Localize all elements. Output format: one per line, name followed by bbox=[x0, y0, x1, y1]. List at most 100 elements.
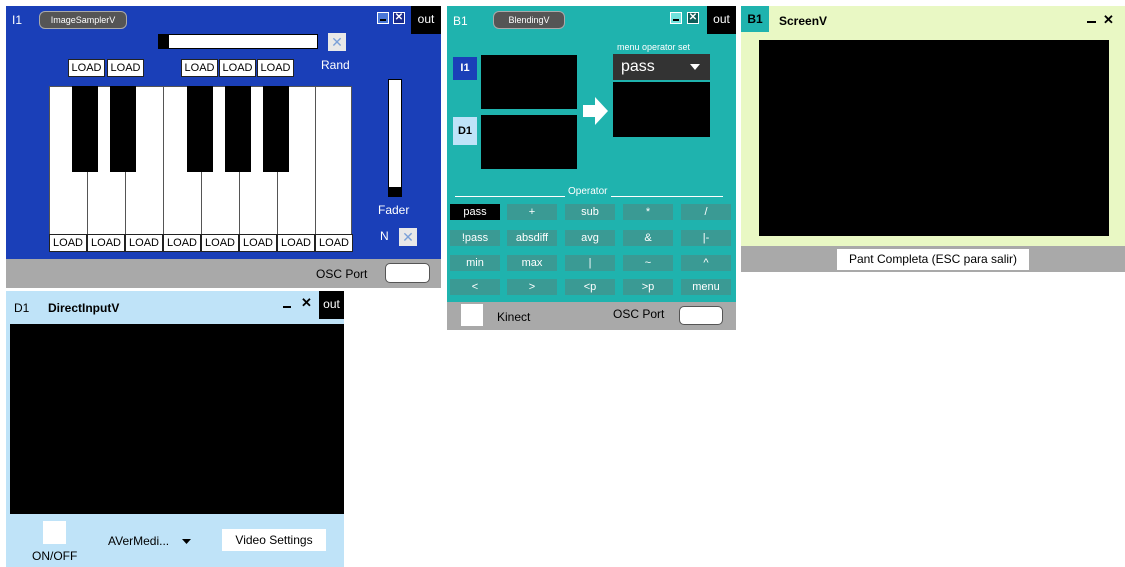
operator-dropdown-value: pass bbox=[621, 58, 655, 75]
operator-button[interactable]: & bbox=[623, 230, 673, 246]
osc-port-input[interactable] bbox=[385, 263, 430, 283]
bottom-load-button[interactable]: LOAD bbox=[125, 234, 163, 252]
window-title-chip[interactable]: ImageSamplerV bbox=[39, 11, 127, 29]
operator-button[interactable]: / bbox=[681, 204, 731, 220]
top-load-button[interactable]: LOAD bbox=[257, 59, 294, 77]
rand-slider[interactable] bbox=[158, 34, 318, 49]
bottom-load-button[interactable]: LOAD bbox=[163, 234, 201, 252]
operator-divider-left bbox=[455, 196, 565, 197]
menu-operator-label: menu operator set bbox=[617, 42, 691, 52]
input-i1-tag: I1 bbox=[453, 57, 477, 80]
operator-button[interactable]: <p bbox=[565, 279, 615, 295]
chevron-down-icon bbox=[182, 539, 191, 544]
screen-window: B1 ScreenV ✕ Pant Completa (ESC para sal… bbox=[741, 6, 1125, 272]
minimize-icon[interactable] bbox=[670, 12, 682, 24]
operator-button[interactable]: avg bbox=[565, 230, 615, 246]
video-settings-button[interactable]: Video Settings bbox=[222, 529, 326, 551]
piano-black-key[interactable] bbox=[72, 86, 98, 172]
bottom-load-button[interactable]: LOAD bbox=[201, 234, 239, 252]
out-button[interactable]: out bbox=[319, 291, 344, 319]
operator-button[interactable]: min bbox=[450, 255, 500, 271]
osc-bar: OSC Port bbox=[6, 259, 441, 288]
input-d1-tag: D1 bbox=[453, 117, 477, 145]
arrow-right-icon bbox=[583, 97, 608, 125]
operator-button[interactable]: sub bbox=[565, 204, 615, 220]
rand-toggle-icon[interactable]: ✕ bbox=[328, 33, 346, 51]
operator-button[interactable]: * bbox=[623, 204, 673, 220]
on-off-checkbox[interactable] bbox=[43, 521, 66, 544]
close-icon[interactable]: ✕ bbox=[1103, 12, 1114, 28]
operator-heading: Operator bbox=[568, 186, 608, 197]
operator-button[interactable]: pass bbox=[450, 204, 500, 220]
chevron-down-icon bbox=[690, 64, 700, 70]
input-d1-preview bbox=[481, 115, 577, 169]
on-off-label: ON/OFF bbox=[32, 549, 78, 563]
piano-black-key[interactable] bbox=[110, 86, 136, 172]
minimize-icon[interactable] bbox=[377, 12, 389, 24]
fader-slider[interactable] bbox=[388, 79, 402, 197]
out-button[interactable]: out bbox=[411, 6, 441, 34]
top-load-button[interactable]: LOAD bbox=[219, 59, 256, 77]
operator-button[interactable]: >p bbox=[623, 279, 673, 295]
operator-button[interactable]: !pass bbox=[450, 230, 500, 246]
rand-slider-handle[interactable] bbox=[159, 35, 169, 48]
bottom-load-button[interactable]: LOAD bbox=[239, 234, 277, 252]
operator-button[interactable]: ~ bbox=[623, 255, 673, 271]
device-dropdown-value: AVerMedi... bbox=[108, 534, 170, 548]
operator-button[interactable]: < bbox=[450, 279, 500, 295]
kinect-bar: Kinect OSC Port bbox=[447, 302, 736, 330]
close-icon[interactable]: ✕ bbox=[393, 12, 405, 24]
operator-button[interactable]: menu bbox=[681, 279, 731, 295]
fader-label: Fader bbox=[378, 203, 410, 217]
top-load-button[interactable]: LOAD bbox=[181, 59, 218, 77]
piano-black-key[interactable] bbox=[263, 86, 289, 172]
operator-button[interactable]: absdiff bbox=[507, 230, 557, 246]
kinect-label: Kinect bbox=[497, 310, 531, 324]
window-id: I1 bbox=[12, 13, 23, 27]
top-load-button[interactable]: LOAD bbox=[107, 59, 144, 77]
fullscreen-button[interactable]: Pant Completa (ESC para salir) bbox=[837, 249, 1029, 270]
bottom-load-button[interactable]: LOAD bbox=[277, 234, 315, 252]
osc-port-input[interactable] bbox=[679, 306, 723, 325]
top-load-button[interactable]: LOAD bbox=[68, 59, 105, 77]
video-preview bbox=[10, 324, 344, 514]
close-icon[interactable]: ✕ bbox=[687, 12, 699, 24]
piano-black-key[interactable] bbox=[187, 86, 213, 172]
window-id: D1 bbox=[14, 301, 30, 315]
screen-preview bbox=[759, 40, 1109, 236]
window-title: ScreenV bbox=[779, 14, 828, 28]
minimize-icon[interactable] bbox=[283, 306, 291, 308]
piano-black-key[interactable] bbox=[225, 86, 251, 172]
close-icon[interactable]: ✕ bbox=[301, 295, 312, 311]
operator-button[interactable]: > bbox=[507, 279, 557, 295]
operator-divider-right bbox=[611, 196, 723, 197]
screen-bottom-bar: Pant Completa (ESC para salir) bbox=[741, 246, 1125, 272]
rand-label: Rand bbox=[321, 58, 350, 72]
image-sampler-window: I1 ImageSamplerV ✕ out ✕ Rand LOAD LOAD … bbox=[6, 6, 441, 288]
output-preview bbox=[613, 82, 710, 137]
operator-button[interactable]: | bbox=[565, 255, 615, 271]
device-dropdown[interactable]: AVerMedi... bbox=[106, 532, 196, 550]
bottom-load-button[interactable]: LOAD bbox=[49, 234, 87, 252]
operator-button[interactable]: + bbox=[507, 204, 557, 220]
fader-handle[interactable] bbox=[389, 187, 401, 196]
operator-dropdown[interactable]: pass bbox=[613, 54, 710, 80]
input-i1-preview bbox=[481, 55, 577, 109]
direct-input-window: D1 DirectInputV ✕ out ON/OFF AVerMedi...… bbox=[6, 291, 344, 567]
window-id: B1 bbox=[741, 6, 769, 32]
bottom-load-button[interactable]: LOAD bbox=[315, 234, 353, 252]
kinect-checkbox[interactable] bbox=[461, 304, 483, 326]
blending-window: B1 BlendingV ✕ out I1 D1 menu operator s… bbox=[447, 6, 736, 330]
piano-white-key[interactable] bbox=[315, 86, 352, 238]
operator-button[interactable]: |- bbox=[681, 230, 731, 246]
n-label: N bbox=[380, 229, 389, 243]
minimize-icon[interactable] bbox=[1087, 21, 1096, 23]
out-button[interactable]: out bbox=[707, 6, 736, 34]
osc-port-label: OSC Port bbox=[316, 267, 368, 281]
operator-button[interactable]: max bbox=[507, 255, 557, 271]
operator-button[interactable]: ^ bbox=[681, 255, 731, 271]
n-toggle-icon[interactable]: ✕ bbox=[399, 228, 417, 246]
bottom-load-button[interactable]: LOAD bbox=[87, 234, 125, 252]
window-title-chip[interactable]: BlendingV bbox=[493, 11, 565, 29]
window-id: B1 bbox=[453, 14, 468, 28]
